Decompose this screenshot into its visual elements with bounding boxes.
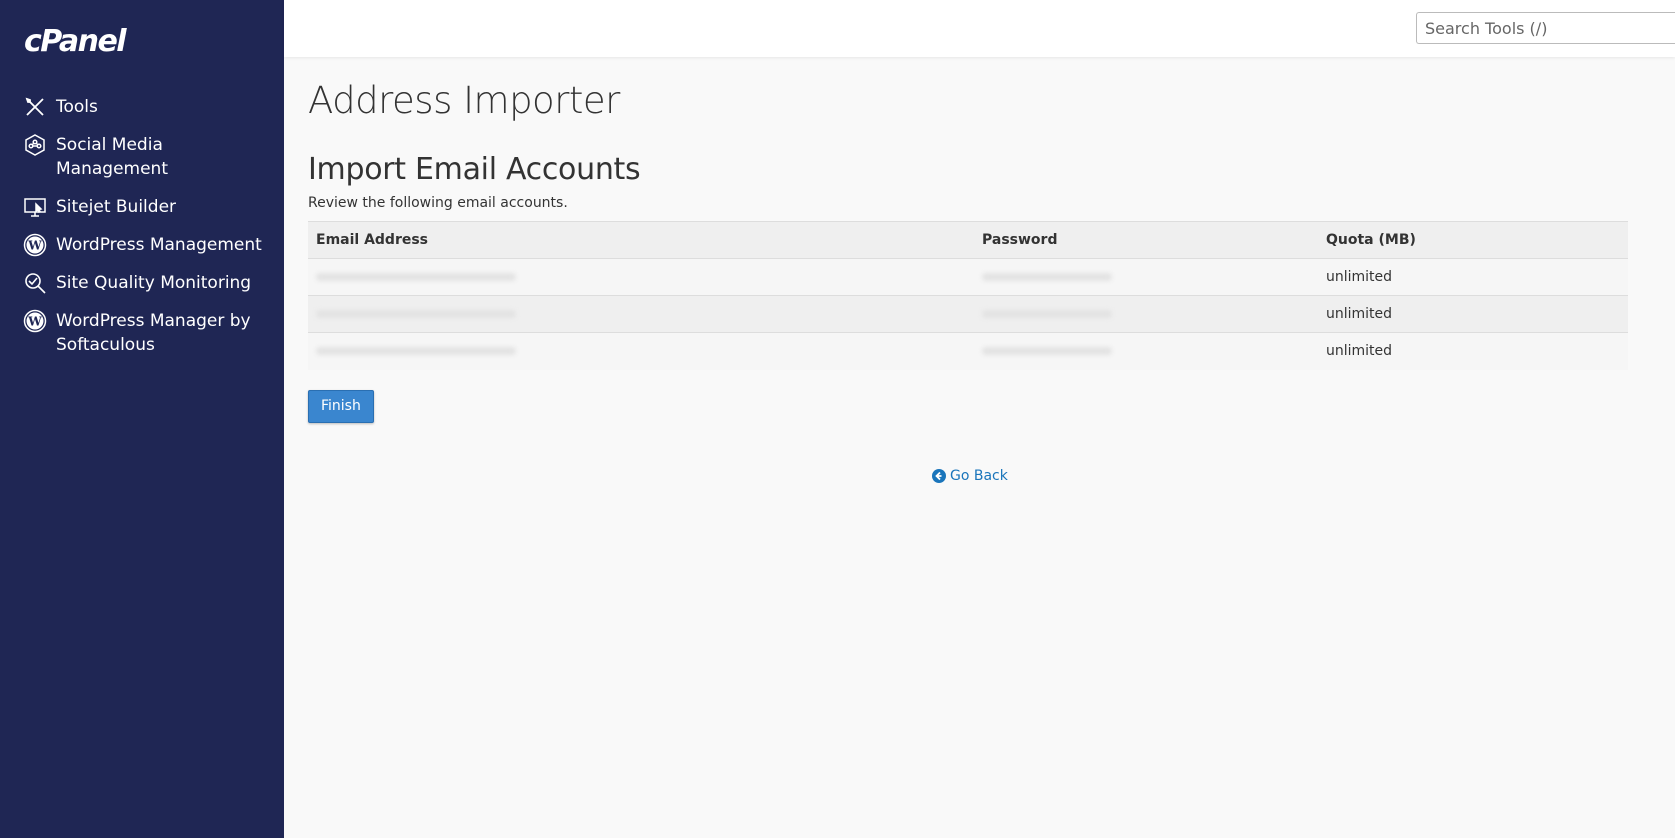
redacted-password	[982, 310, 1112, 318]
redacted-email	[316, 273, 516, 281]
wordpress-icon: W	[22, 309, 48, 333]
finish-button[interactable]: Finish	[308, 389, 374, 423]
password-cell	[974, 332, 1318, 370]
sidebar-item-wordpress-manager-softaculous[interactable]: W WordPress Manager by Softaculous	[0, 302, 284, 364]
email-cell	[308, 295, 974, 333]
redacted-email	[316, 347, 516, 356]
go-back-label: Go Back	[950, 468, 1008, 484]
sidebar-item-label: Social Media Management	[56, 135, 168, 179]
sidebar-item-tools[interactable]: Tools	[0, 88, 284, 126]
cpanel-logo[interactable]: cPanel	[24, 24, 127, 59]
sidebar-item-label: Site Quality Monitoring	[56, 273, 252, 293]
table-row: unlimited	[308, 258, 1628, 296]
social-media-icon	[22, 133, 48, 157]
sidebar-nav: Tools Social Media Management Sitejet Bu…	[0, 88, 284, 364]
sidebar-item-wordpress-management[interactable]: W WordPress Management	[0, 226, 284, 264]
email-cell	[308, 332, 974, 370]
table-row: unlimited	[308, 332, 1628, 370]
sidebar-item-label: WordPress Management	[56, 235, 262, 255]
tools-icon	[22, 95, 48, 119]
redacted-password	[982, 273, 1112, 281]
go-back-link[interactable]: Go Back	[932, 468, 1008, 484]
magnifier-icon	[22, 271, 48, 295]
svg-text:W: W	[27, 239, 42, 253]
column-email-address[interactable]: Email Address	[308, 221, 974, 259]
email-cell	[308, 258, 974, 296]
password-cell	[974, 295, 1318, 333]
table-header-row: Email Address Password Quota (MB)	[308, 221, 1628, 259]
sidebar-item-sitejet-builder[interactable]: Sitejet Builder	[0, 188, 284, 226]
sidebar-item-label: WordPress Manager by Softaculous	[56, 311, 251, 355]
sidebar-item-label: Tools	[56, 97, 98, 117]
redacted-password	[982, 347, 1112, 356]
sidebar-item-label: Sitejet Builder	[56, 197, 177, 217]
accounts-table: Email Address Password Quota (MB) unlimi…	[308, 221, 1628, 370]
wordpress-icon: W	[22, 233, 48, 257]
sitejet-icon	[22, 195, 48, 219]
column-quota: Quota (MB)	[1318, 221, 1628, 259]
quota-cell: unlimited	[1318, 332, 1628, 370]
description: Review the following email accounts.	[308, 195, 568, 211]
sidebar-item-social-media-management[interactable]: Social Media Management	[0, 126, 284, 188]
quota-cell: unlimited	[1318, 295, 1628, 333]
table-row: unlimited	[308, 295, 1628, 333]
quota-cell: unlimited	[1318, 258, 1628, 296]
search-input[interactable]	[1416, 12, 1675, 44]
main-content: Address Importer Import Email Accounts R…	[308, 57, 1628, 423]
sidebar-item-site-quality-monitoring[interactable]: Site Quality Monitoring	[0, 264, 284, 302]
svg-text:W: W	[27, 315, 42, 329]
sidebar: cPanel Tools Social Media Management Sit…	[0, 0, 284, 838]
section-title: Import Email Accounts	[308, 152, 641, 187]
page-title: Address Importer	[308, 79, 620, 122]
password-cell	[974, 258, 1318, 296]
redacted-email	[316, 310, 516, 318]
arrow-circle-left-icon	[932, 469, 946, 483]
column-password: Password	[974, 221, 1318, 259]
